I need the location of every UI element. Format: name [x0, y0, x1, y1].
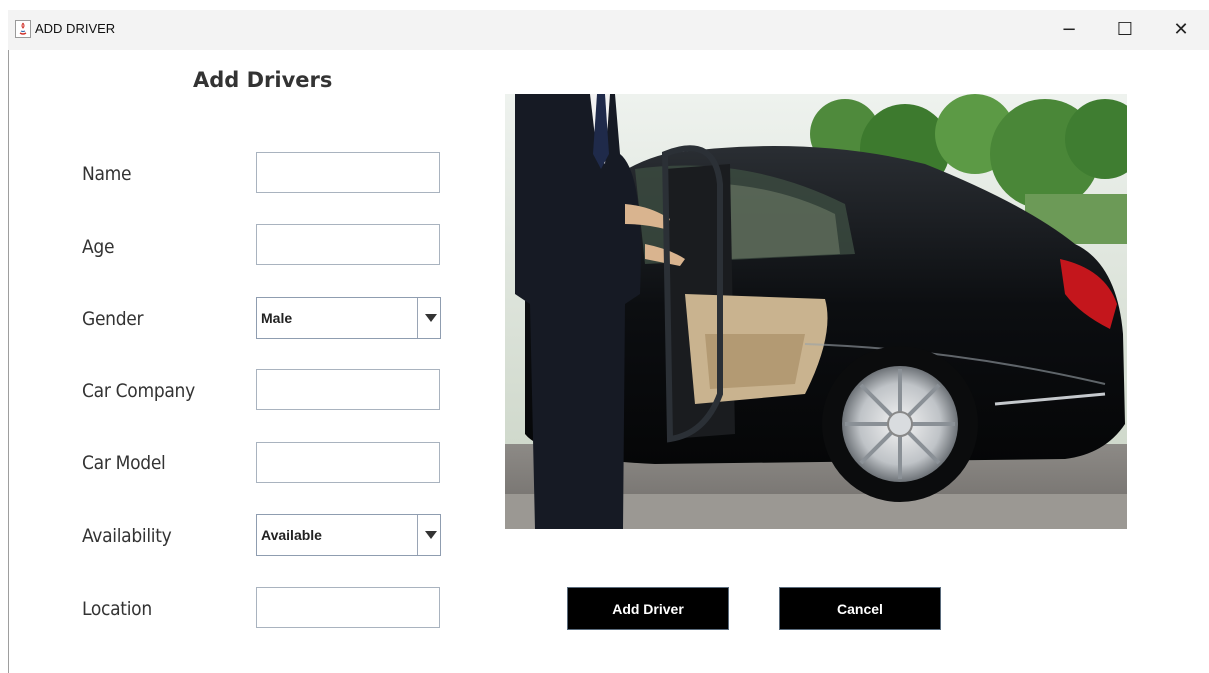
dropdown-divider: [417, 298, 418, 338]
age-input[interactable]: [256, 224, 440, 265]
availability-selected-value: Available: [261, 527, 322, 543]
name-input[interactable]: [256, 152, 440, 193]
dropdown-divider: [417, 515, 418, 555]
add-driver-button[interactable]: Add Driver: [567, 587, 729, 630]
age-label: Age: [82, 236, 115, 258]
page-title: Add Drivers: [193, 68, 333, 92]
cancel-button[interactable]: Cancel: [779, 587, 941, 630]
car-company-label: Car Company: [82, 380, 195, 402]
maximize-button[interactable]: ☐: [1100, 10, 1150, 50]
chauffeur-car-image: [505, 94, 1127, 529]
title-bar[interactable]: ADD DRIVER − ☐ ✕: [8, 10, 1209, 50]
window-border: [8, 50, 9, 673]
name-label: Name: [82, 163, 132, 185]
availability-dropdown[interactable]: Available: [256, 514, 441, 556]
location-label: Location: [82, 598, 152, 620]
window-title: ADD DRIVER: [35, 21, 116, 36]
chevron-down-icon[interactable]: [425, 531, 437, 539]
car-model-label: Car Model: [82, 452, 166, 474]
minimize-button[interactable]: −: [1044, 10, 1094, 50]
chevron-down-icon[interactable]: [425, 314, 437, 322]
java-app-icon: [15, 20, 31, 38]
car-model-input[interactable]: [256, 442, 440, 483]
gender-label: Gender: [82, 308, 144, 330]
availability-label: Availability: [82, 525, 172, 547]
car-company-input[interactable]: [256, 369, 440, 410]
gender-selected-value: Male: [261, 310, 293, 326]
close-button[interactable]: ✕: [1156, 10, 1206, 50]
gender-dropdown[interactable]: Male: [256, 297, 441, 339]
add-driver-window: ADD DRIVER − ☐ ✕ Add Drivers Name Age Ge…: [8, 10, 1209, 673]
location-input[interactable]: [256, 587, 440, 628]
